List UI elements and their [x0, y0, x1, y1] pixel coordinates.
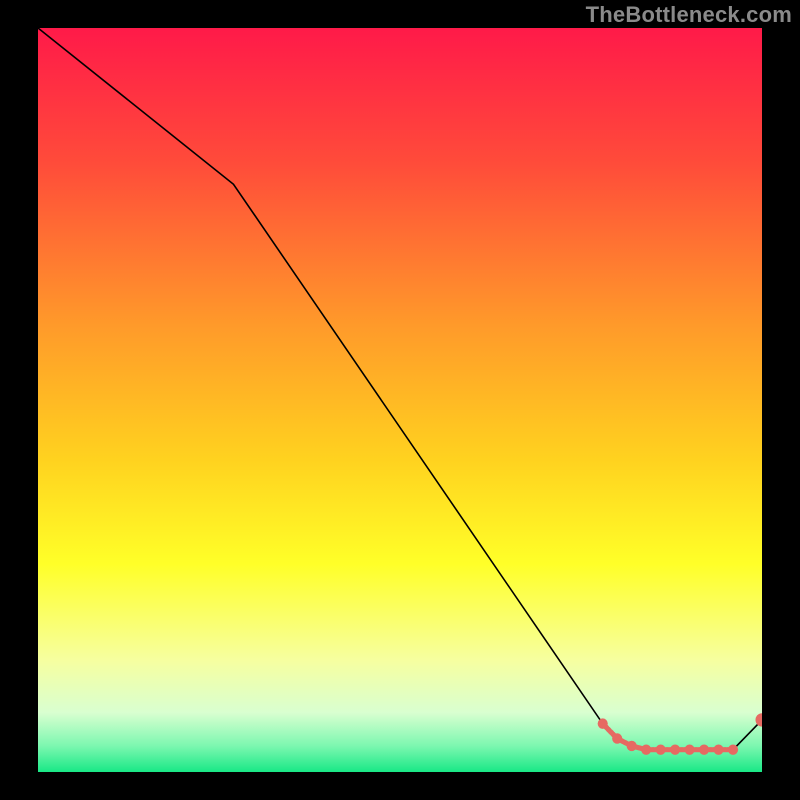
watermark-text: TheBottleneck.com [586, 2, 792, 28]
highlight-dot [685, 744, 695, 754]
chart-svg [38, 28, 762, 772]
gradient-background [38, 28, 762, 772]
highlight-dot [641, 744, 651, 754]
highlight-dot [713, 744, 723, 754]
highlight-dot [627, 741, 637, 751]
highlight-dot [728, 744, 738, 754]
highlight-dot [699, 744, 709, 754]
highlight-dot [670, 744, 680, 754]
highlight-dot [656, 744, 666, 754]
highlight-dot [598, 718, 608, 728]
chart-plot-area [38, 28, 762, 772]
chart-frame: TheBottleneck.com [0, 0, 800, 800]
highlight-dot [612, 733, 622, 743]
